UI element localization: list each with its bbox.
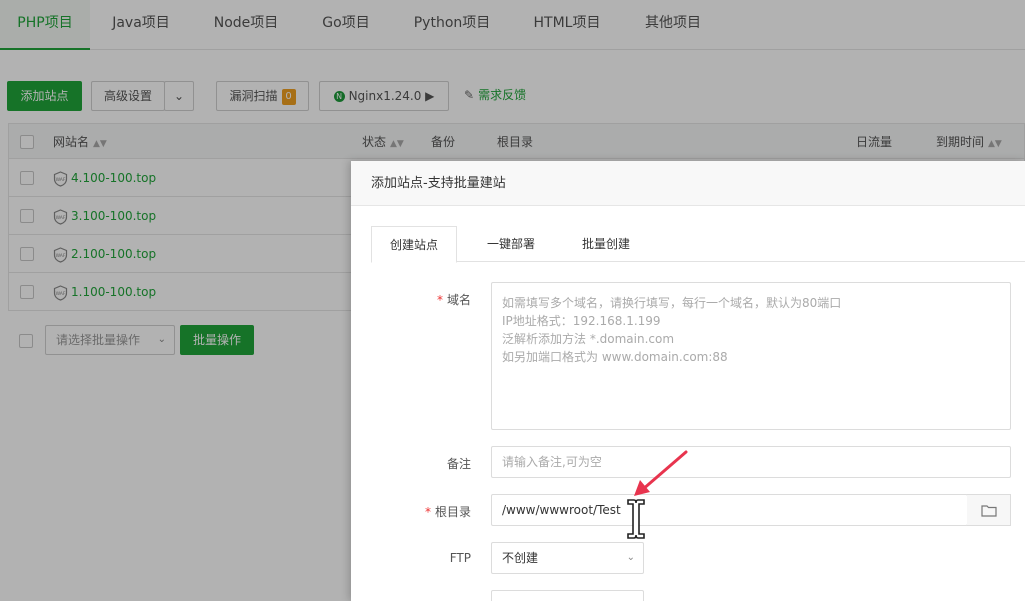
domain-placeholder-line: 如另加端口格式为 www.domain.com:88 bbox=[502, 350, 728, 364]
required-mark: * bbox=[436, 293, 443, 307]
add-site-modal: 添加站点-支持批量建站 创建站点 一键部署 批量创建 * 域名 如需填写多个域名，… bbox=[351, 161, 1025, 601]
ftp-select[interactable]: 不创建 ⌄ bbox=[491, 542, 644, 574]
domain-placeholder-line: IP地址格式：192.168.1.199 bbox=[502, 314, 661, 328]
domain-placeholder-line: 泛解析添加方法 *.domain.com bbox=[502, 332, 675, 346]
note-label: 备注 bbox=[446, 457, 471, 471]
text-cursor-icon bbox=[627, 499, 645, 539]
ftp-label: FTP bbox=[449, 551, 471, 565]
modal-title: 添加站点-支持批量建站 bbox=[351, 161, 1025, 206]
folder-icon bbox=[980, 505, 997, 517]
root-label: * 根目录 bbox=[424, 505, 471, 519]
domain-label: * 域名 bbox=[436, 293, 471, 307]
note-input[interactable]: 请输入备注,可为空 bbox=[491, 446, 1011, 478]
domain-placeholder-line: 如需填写多个域名，请换行填写，每行一个域名，默认为80端口 bbox=[502, 296, 842, 310]
next-select-partial[interactable] bbox=[491, 590, 644, 601]
annotation-arrow-icon bbox=[634, 450, 688, 496]
root-dir-input[interactable]: /www/wwwroot/Test bbox=[491, 494, 968, 526]
tab-batch-create[interactable]: 批量创建 bbox=[566, 226, 646, 262]
domain-textarea[interactable]: 如需填写多个域名，请换行填写，每行一个域名，默认为80端口 IP地址格式：192… bbox=[491, 282, 1011, 430]
tab-one-click-deploy[interactable]: 一键部署 bbox=[471, 226, 551, 262]
chevron-down-icon: ⌄ bbox=[626, 552, 635, 563]
tab-create-site[interactable]: 创建站点 bbox=[371, 226, 457, 263]
browse-folder-button[interactable] bbox=[967, 494, 1011, 526]
required-mark: * bbox=[424, 505, 431, 519]
modal-tabs: 创建站点 一键部署 批量创建 bbox=[371, 226, 1025, 263]
